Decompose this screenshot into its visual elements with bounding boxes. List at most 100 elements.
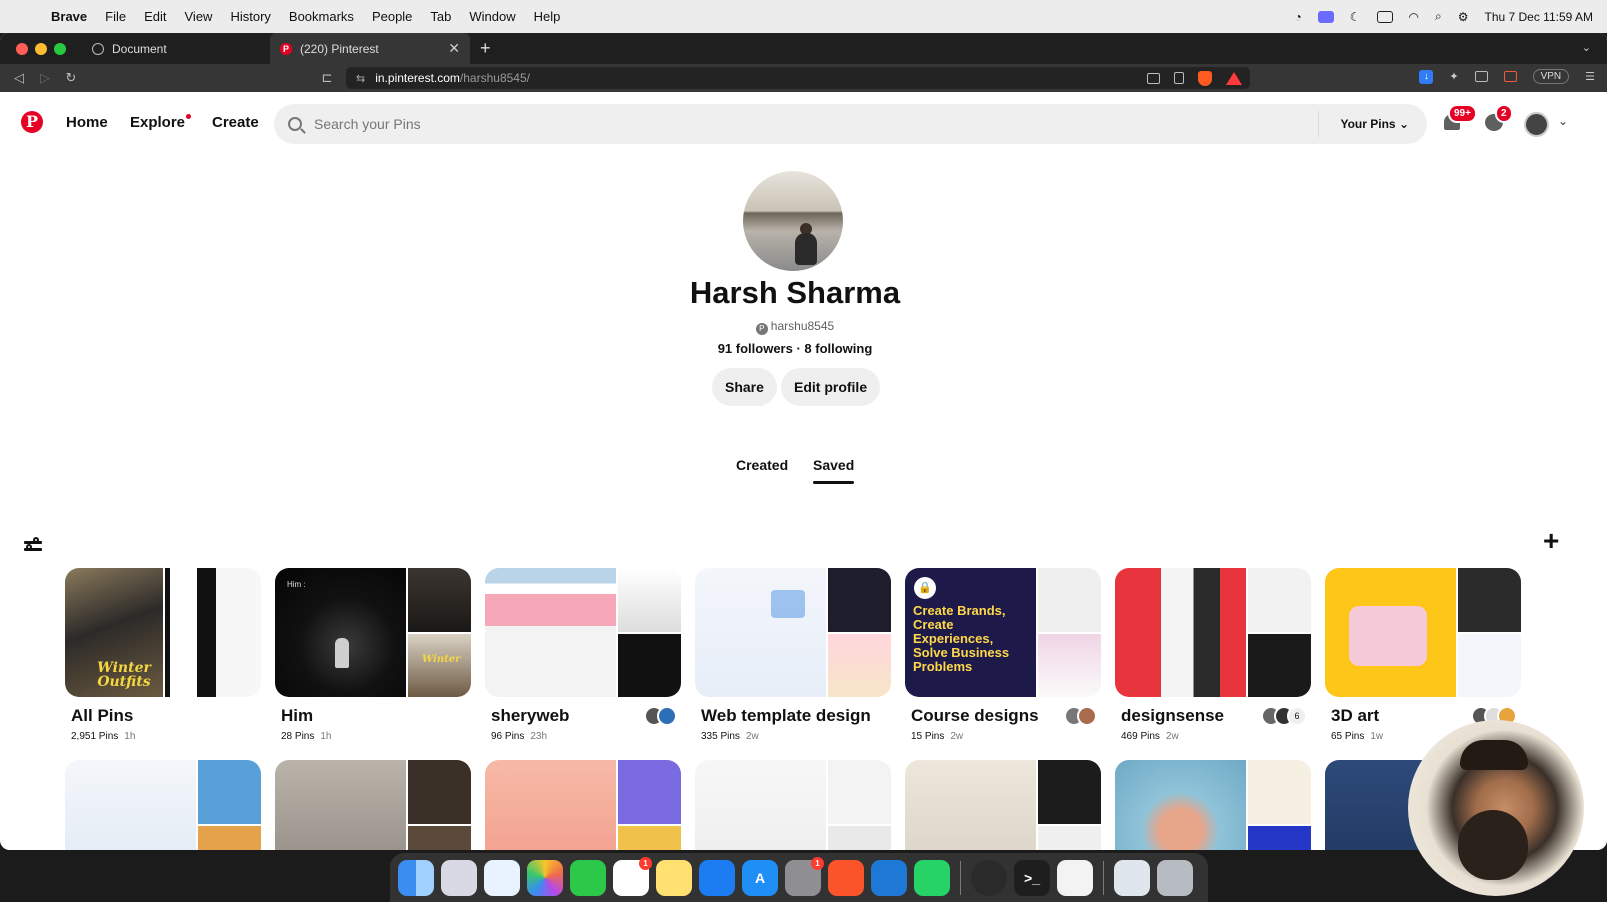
followers-following[interactable]: 91 followers · 8 following (0, 341, 1590, 356)
close-tab-icon[interactable]: ✕ (448, 40, 460, 57)
wallet-icon[interactable] (1503, 71, 1517, 82)
account-chevron-icon[interactable]: ⌄ (1558, 114, 1568, 128)
menu-brave[interactable]: Brave (42, 9, 96, 24)
filter-icon[interactable] (24, 537, 42, 553)
board-card[interactable] (905, 760, 1101, 850)
spotlight-search-icon[interactable]: ⌕ (1435, 9, 1442, 24)
cover-image (1115, 760, 1246, 850)
control-center-icon[interactable]: ⚙ (1458, 10, 1469, 24)
site-settings-icon[interactable]: ⇆ (356, 72, 365, 85)
launchpad-icon[interactable] (441, 859, 477, 896)
nav-create[interactable]: Create (212, 114, 259, 131)
address-bar[interactable]: ⇆ in.pinterest.com/harshu8545/ (346, 67, 1250, 89)
nav-home[interactable]: Home (66, 114, 108, 131)
menu-help[interactable]: Help (525, 9, 570, 24)
new-tab-icon[interactable]: + (470, 38, 501, 59)
cover-column: Winter (408, 568, 471, 697)
menu-people[interactable]: People (363, 9, 421, 24)
board-card[interactable] (65, 760, 261, 850)
facetime-icon[interactable] (570, 859, 606, 896)
moon-icon[interactable]: ☾ (1350, 10, 1361, 24)
notifications-button[interactable]: 99+ (1444, 104, 1477, 132)
board-card[interactable]: Web template design 335 Pins 2w (695, 568, 891, 742)
battery-icon[interactable] (1376, 10, 1393, 23)
board-card[interactable]: sheryweb 96 Pins 23h (485, 568, 681, 742)
header-avatar[interactable] (1524, 112, 1549, 137)
board-card[interactable]: Him : Winter Him 28 Pins 1h (275, 568, 471, 742)
menu-window[interactable]: Window (460, 9, 524, 24)
add-board-plus-icon[interactable]: + (1543, 525, 1559, 557)
terminal-icon[interactable]: >_ (1014, 859, 1050, 896)
reload-icon[interactable]: ↻ (58, 70, 84, 86)
url-text[interactable]: in.pinterest.com/harshu8545/ (375, 71, 530, 85)
wifi-icon[interactable]: ◠ (1409, 10, 1419, 24)
bookmark-icon[interactable]: ⊏ (314, 70, 340, 86)
board-card[interactable]: Winter Outfits All Pins 2,951 Pins 1h (65, 568, 261, 742)
cover-text: Him : (287, 580, 306, 589)
menu-hamburger-icon[interactable]: ☰ (1585, 70, 1595, 83)
downloads-folder-icon[interactable] (1114, 859, 1150, 896)
menu-edit[interactable]: Edit (135, 9, 175, 24)
board-card[interactable] (695, 760, 891, 850)
tab-list-chevron-icon[interactable]: ⌄ (1582, 41, 1591, 54)
finder-icon[interactable] (398, 859, 434, 896)
board-meta: 96 Pins 23h (491, 731, 681, 742)
menu-file[interactable]: File (96, 9, 135, 24)
board-meta: 15 Pins 2w (911, 731, 1101, 742)
system-settings-icon[interactable]: 1 (785, 856, 824, 896)
your-pins-dropdown[interactable]: Your Pins ⌄ (1319, 117, 1427, 131)
tab-document[interactable]: Document (82, 33, 270, 64)
brave-rewards-icon[interactable] (1226, 71, 1242, 85)
tab-created[interactable]: Created (736, 457, 788, 473)
sidebar-icon[interactable] (1474, 71, 1488, 82)
board-card[interactable] (485, 760, 681, 850)
trash-icon[interactable] (1157, 859, 1193, 896)
board-cover (485, 568, 681, 697)
safari-icon[interactable] (484, 859, 520, 896)
zoom-window-button[interactable] (54, 42, 66, 55)
menu-view[interactable]: View (176, 9, 222, 24)
brave-shields-icon[interactable] (1198, 70, 1212, 86)
mongodb-icon[interactable] (1057, 859, 1093, 896)
vpn-button[interactable]: VPN (1532, 69, 1570, 84)
search-bar[interactable]: Search your Pins Your Pins ⌄ (274, 104, 1427, 144)
pinterest-logo-icon[interactable]: P (21, 111, 43, 133)
brave-browser-icon[interactable] (828, 859, 864, 896)
notes-icon[interactable] (656, 859, 692, 896)
cover-column (1038, 760, 1101, 850)
nav-explore[interactable]: Explore (130, 114, 192, 131)
obs-icon[interactable] (971, 859, 1007, 896)
board-card[interactable]: 3D art 65 Pins 1w (1325, 568, 1521, 742)
back-icon[interactable]: ◁ (6, 70, 32, 86)
board-card[interactable] (1115, 760, 1311, 850)
photos-icon[interactable] (527, 859, 563, 896)
share-icon[interactable] (1174, 72, 1184, 84)
keynote-icon[interactable] (699, 859, 735, 896)
minimize-window-button[interactable] (35, 42, 47, 55)
share-button[interactable]: Share (712, 368, 777, 406)
tab-pinterest[interactable]: P (220) Pinterest ✕ (270, 33, 470, 64)
menu-tab[interactable]: Tab (421, 9, 460, 24)
extensions-icon[interactable]: ✦ (1449, 70, 1458, 83)
board-card[interactable]: designsense 469 Pins 2w 6 (1115, 568, 1311, 742)
menubar-clock[interactable]: Thu 7 Dec 11:59 AM (1484, 10, 1593, 24)
forward-icon[interactable]: ▷ (32, 70, 58, 86)
board-card[interactable]: 🔒 Create Brands, Create Experiences, Sol… (905, 568, 1101, 742)
app-store-icon[interactable]: A (742, 859, 778, 896)
cast-icon[interactable] (1147, 72, 1160, 84)
whatsapp-icon[interactable] (914, 859, 950, 896)
messages-button[interactable]: 2 (1485, 104, 1513, 132)
menu-history[interactable]: History (221, 9, 279, 24)
search-input[interactable]: Search your Pins (314, 116, 1318, 132)
vscode-icon[interactable] (871, 859, 907, 896)
status-icon[interactable]: ◔ (1294, 10, 1301, 24)
close-window-button[interactable] (16, 42, 28, 55)
menu-bookmarks[interactable]: Bookmarks (280, 9, 363, 24)
screen-share-icon[interactable] (1317, 10, 1334, 23)
edit-profile-button[interactable]: Edit profile (781, 368, 881, 406)
tab-saved[interactable]: Saved (813, 457, 855, 484)
reminders-icon[interactable]: 1 (613, 856, 652, 896)
profile-avatar[interactable] (743, 171, 843, 271)
download-icon[interactable]: ↓ (1419, 69, 1434, 84)
board-card[interactable] (275, 760, 471, 850)
